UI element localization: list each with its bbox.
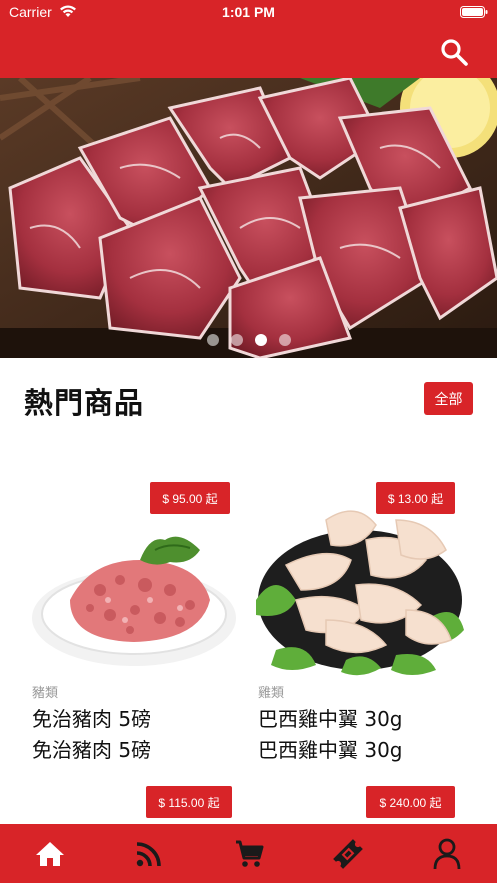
hero-banner[interactable] [0, 78, 497, 358]
product-name-secondary: 巴西雞中翼 30g [258, 738, 403, 762]
product-category: 雞類 [258, 686, 285, 701]
search-icon [441, 39, 468, 66]
product-card[interactable]: $ 240.00 起 [252, 780, 466, 824]
product-category: 豬類 [32, 686, 59, 701]
product-card[interactable]: $ 13.00 起 雞類 巴西雞中翼 30g 巴西雞中翼 30g [252, 470, 466, 770]
product-name-secondary: 免治豬肉 5磅 [32, 738, 152, 762]
price-tag: $ 240.00 起 [366, 786, 455, 818]
product-name: 免治豬肉 5磅 [32, 707, 152, 731]
status-bar: Carrier 1:01 PM [0, 0, 497, 26]
tab-coupons[interactable] [298, 824, 397, 883]
section-title: 熱門商品 [24, 386, 145, 420]
home-icon [35, 841, 64, 866]
product-card[interactable]: $ 95.00 起 豬類 免治豬肉 5磅 免治豬肉 5磅 [26, 470, 240, 770]
banner-dot-2[interactable] [230, 334, 243, 346]
app-header: Carrier 1:01 PM [0, 0, 497, 78]
cart-icon [235, 840, 264, 867]
ticket-icon [333, 838, 363, 869]
product-image [32, 536, 236, 666]
tab-home[interactable] [0, 824, 99, 883]
banner-pagination [0, 334, 497, 346]
feed-icon [136, 841, 161, 866]
banner-image [0, 78, 497, 358]
banner-dot-4[interactable] [278, 334, 291, 346]
user-icon [433, 838, 461, 869]
tab-profile[interactable] [398, 824, 497, 883]
hot-products-header: 熱門商品 全部 [0, 358, 497, 438]
product-image [256, 510, 464, 676]
view-all-button[interactable]: 全部 [424, 382, 473, 415]
search-button[interactable] [438, 36, 470, 68]
battery-icon [460, 6, 488, 18]
price-tag: $ 115.00 起 [146, 786, 232, 818]
product-name: 巴西雞中翼 30g [258, 707, 403, 731]
status-time: 1:01 PM [222, 4, 275, 20]
product-card[interactable]: $ 115.00 起 [26, 780, 240, 824]
price-tag: $ 95.00 起 [150, 482, 230, 514]
tab-feed[interactable] [99, 824, 198, 883]
price-tag: $ 13.00 起 [376, 482, 455, 514]
banner-dot-1[interactable] [206, 334, 219, 346]
bottom-tab-bar [0, 824, 497, 883]
banner-dot-3[interactable] [254, 334, 267, 346]
tab-cart[interactable] [199, 824, 298, 883]
